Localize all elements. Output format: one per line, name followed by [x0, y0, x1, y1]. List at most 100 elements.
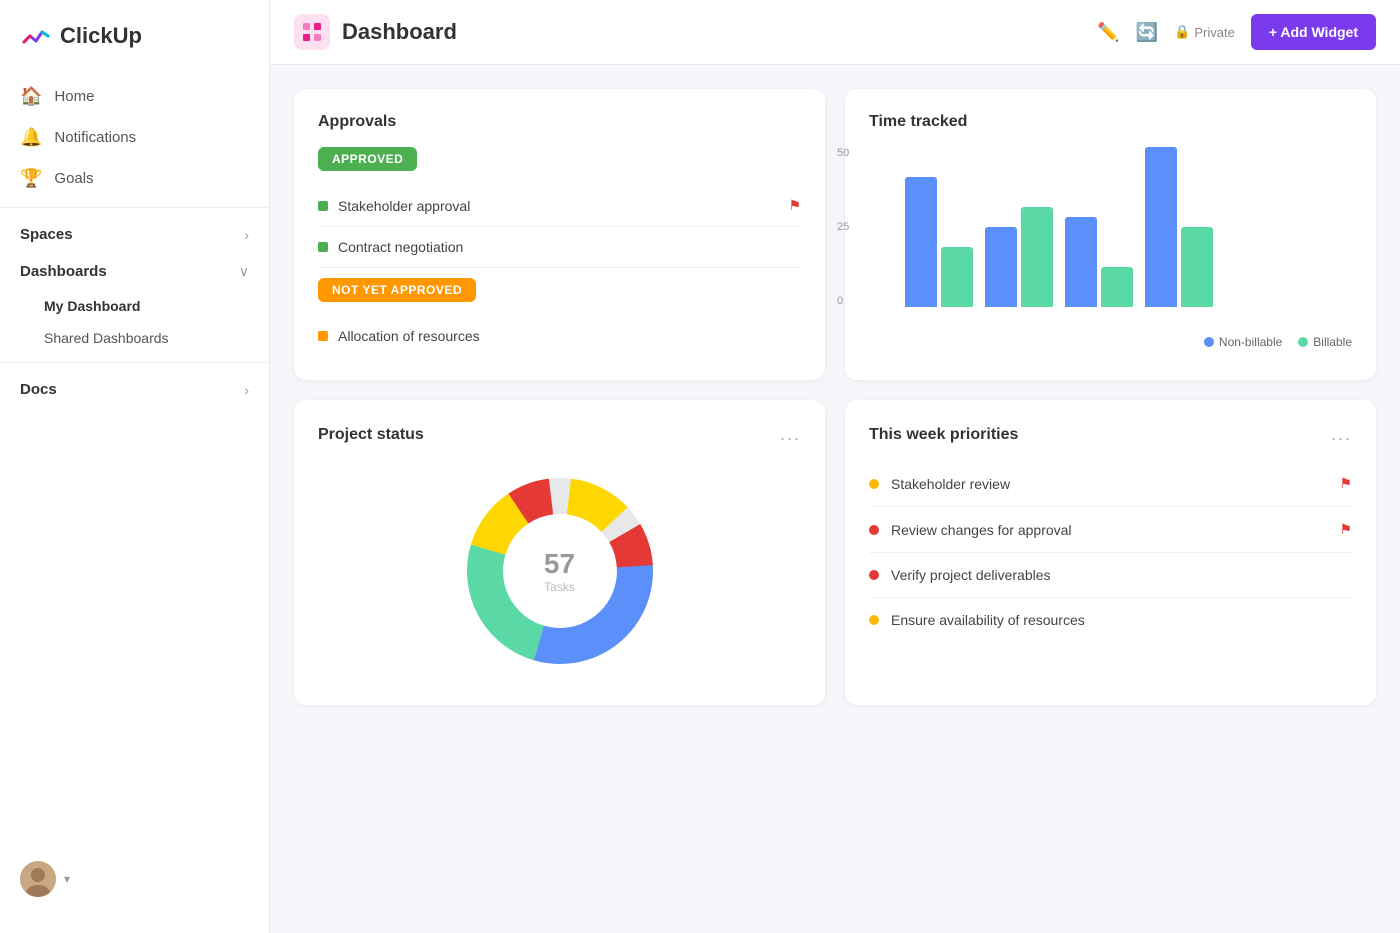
sidebar: ClickUp 🏠 Home 🔔 Notifications 🏆 Goals S…: [0, 0, 270, 933]
priority-label-0: Stakeholder review: [891, 476, 1010, 492]
legend-non-billable-label: Non-billable: [1219, 335, 1282, 349]
bar-blue-1: [905, 177, 937, 307]
green-dot-icon-2: [318, 242, 328, 252]
bar-group-3: [1065, 217, 1133, 307]
logo: ClickUp: [0, 20, 269, 76]
legend-dot-blue: [1204, 337, 1214, 347]
sidebar-item-my-dashboard[interactable]: My Dashboard: [0, 290, 269, 322]
avatar[interactable]: [20, 861, 56, 897]
sidebar-item-home[interactable]: 🏠 Home: [0, 76, 269, 117]
sidebar-item-spaces-label: Spaces: [20, 226, 73, 243]
priorities-widget: This week priorities ... Stakeholder rev…: [845, 400, 1376, 705]
bar-chart: [905, 147, 1352, 327]
widget-grid: Approvals APPROVED Stakeholder approval …: [294, 89, 1376, 705]
private-label: 🔒 Private: [1174, 24, 1235, 40]
clickup-logo-icon: [20, 20, 52, 52]
add-widget-button[interactable]: + Add Widget: [1251, 14, 1376, 50]
donut-chart-wrapper: 57 Tasks: [318, 461, 801, 681]
priority-flag-1: ⚑: [1339, 521, 1352, 538]
priority-dot-yellow-3: [869, 615, 879, 625]
sidebar-item-dashboards[interactable]: Dashboards ∨: [0, 253, 269, 290]
approval-item-contract-label: Contract negotiation: [338, 239, 463, 255]
donut-center: 57 Tasks: [544, 548, 575, 594]
sidebar-bottom: ▾: [0, 845, 269, 913]
dashboard-grid-icon: [301, 21, 323, 43]
page-title: Dashboard: [342, 19, 1085, 45]
sidebar-item-shared-dashboards[interactable]: Shared Dashboards: [0, 322, 269, 354]
sidebar-item-goals-label: Goals: [54, 170, 93, 187]
sidebar-item-docs[interactable]: Docs ›: [0, 371, 269, 408]
time-tracked-widget: Time tracked 50 25 0: [845, 89, 1376, 380]
dashboard-content: Approvals APPROVED Stakeholder approval …: [270, 65, 1400, 933]
sidebar-nav: 🏠 Home 🔔 Notifications 🏆 Goals Spaces › …: [0, 76, 269, 408]
sidebar-item-notifications-label: Notifications: [54, 129, 136, 146]
sidebar-item-dashboards-label: Dashboards: [20, 263, 107, 280]
priority-item-1: Review changes for approval ⚑: [869, 507, 1352, 553]
bar-group-4: [1145, 147, 1213, 307]
trophy-icon: 🏆: [20, 168, 42, 189]
time-tracked-title: Time tracked: [869, 113, 1352, 131]
logo-text: ClickUp: [60, 23, 142, 49]
green-dot-icon: [318, 201, 328, 211]
project-status-more-button[interactable]: ...: [780, 424, 801, 445]
chart-y-labels: 50 25 0: [837, 147, 849, 307]
bar-green-1: [941, 247, 973, 307]
y-label-50: 50: [837, 147, 849, 159]
priority-item-2: Verify project deliverables: [869, 553, 1352, 598]
bar-blue-2: [985, 227, 1017, 307]
priorities-title: This week priorities: [869, 426, 1018, 444]
project-status-widget: Project status ...: [294, 400, 825, 705]
donut-number: 57: [544, 548, 575, 580]
legend-billable-label: Billable: [1313, 335, 1352, 349]
sidebar-item-docs-label: Docs: [20, 381, 57, 398]
legend-billable: Billable: [1298, 335, 1352, 349]
chart-legend: Non-billable Billable: [869, 335, 1352, 349]
approval-item-stakeholder-label: Stakeholder approval: [338, 198, 470, 214]
orange-dot-icon: [318, 331, 328, 341]
lock-icon: 🔒: [1174, 24, 1190, 40]
chevron-right-icon: ›: [244, 227, 249, 243]
priority-dot-red-1: [869, 525, 879, 535]
bell-icon: 🔔: [20, 127, 42, 148]
bar-chart-wrapper: 50 25 0: [869, 147, 1352, 327]
priority-dot-red-2: [869, 570, 879, 580]
chevron-right-icon-docs: ›: [244, 382, 249, 398]
donut-chart: 57 Tasks: [460, 471, 660, 671]
bar-blue-4: [1145, 147, 1177, 307]
bar-green-4: [1181, 227, 1213, 307]
sidebar-item-home-label: Home: [54, 88, 94, 105]
sidebar-item-spaces[interactable]: Spaces ›: [0, 216, 269, 253]
header: Dashboard ✏️ 🔄 🔒 Private + Add Widget: [270, 0, 1400, 65]
sidebar-item-goals[interactable]: 🏆 Goals: [0, 158, 269, 199]
priority-item-0: Stakeholder review ⚑: [869, 461, 1352, 507]
approval-item-allocation: Allocation of resources: [318, 316, 801, 356]
approvals-widget: Approvals APPROVED Stakeholder approval …: [294, 89, 825, 380]
flag-icon-red: ⚑: [788, 197, 801, 214]
donut-label: Tasks: [544, 580, 575, 594]
bar-group-2: [985, 207, 1053, 307]
approval-item-contract: Contract negotiation: [318, 227, 801, 268]
priority-flag-0: ⚑: [1339, 475, 1352, 492]
main-content: Dashboard ✏️ 🔄 🔒 Private + Add Widget Ap…: [270, 0, 1400, 933]
sidebar-item-notifications[interactable]: 🔔 Notifications: [0, 117, 269, 158]
chevron-down-icon: ∨: [239, 263, 249, 280]
priority-dot-yellow-0: [869, 479, 879, 489]
approval-item-allocation-label: Allocation of resources: [338, 328, 480, 344]
bar-green-2: [1021, 207, 1053, 307]
approvals-widget-title: Approvals: [318, 113, 801, 131]
project-status-title: Project status: [318, 426, 424, 444]
y-label-25: 25: [837, 221, 849, 233]
priority-item-3: Ensure availability of resources: [869, 598, 1352, 642]
dashboard-icon-wrap: [294, 14, 330, 50]
refresh-icon-button[interactable]: 🔄: [1136, 22, 1158, 43]
nav-divider-2: [0, 362, 269, 363]
legend-non-billable: Non-billable: [1204, 335, 1282, 349]
bar-blue-3: [1065, 217, 1097, 307]
edit-icon-button[interactable]: ✏️: [1097, 22, 1119, 43]
priority-label-3: Ensure availability of resources: [891, 612, 1085, 628]
bar-green-3: [1101, 267, 1133, 307]
nav-divider: [0, 207, 269, 208]
approval-item-stakeholder: Stakeholder approval ⚑: [318, 185, 801, 227]
priorities-more-button[interactable]: ...: [1331, 424, 1352, 445]
priority-label-2: Verify project deliverables: [891, 567, 1051, 583]
